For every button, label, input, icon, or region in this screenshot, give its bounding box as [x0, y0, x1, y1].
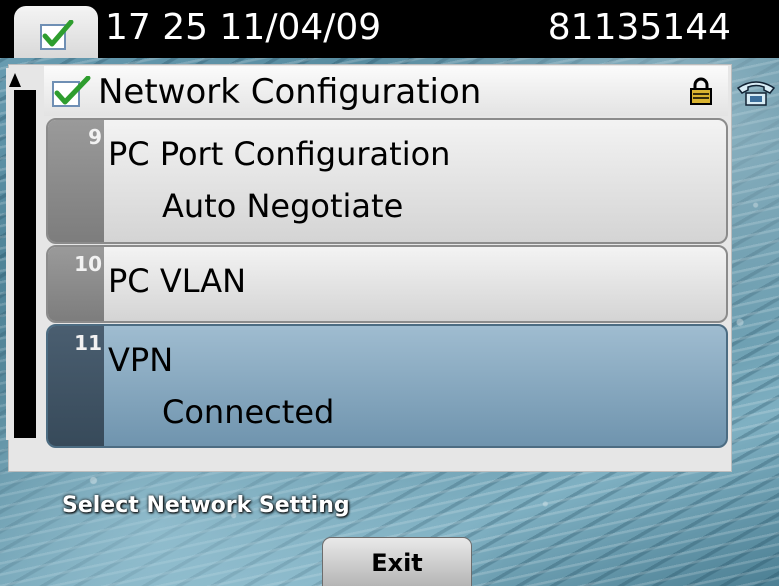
item-number-column: 9: [48, 120, 104, 242]
scrollbar-thumb[interactable]: [14, 90, 36, 438]
status-bar: 17 25 11/04/09 81135144: [0, 0, 779, 58]
prompt-text: Select Network Setting: [62, 493, 350, 518]
status-tab[interactable]: [14, 6, 98, 58]
check-icon: [40, 19, 74, 54]
check-icon: [52, 75, 92, 112]
list-item-pc-port-configuration[interactable]: 9 PC Port Configuration Auto Negotiate: [46, 118, 728, 244]
item-number-column: 10: [48, 247, 104, 321]
item-value: Auto Negotiate: [162, 187, 404, 225]
phone-number: 81135144: [547, 7, 731, 48]
status-time-date: 17 25 11/04/09: [105, 7, 382, 48]
page-title: Network Configuration: [98, 72, 482, 112]
item-number: 11: [74, 331, 102, 355]
lock-icon: [690, 77, 712, 109]
item-label: PC VLAN: [108, 262, 247, 300]
item-label: PC Port Configuration: [108, 135, 451, 173]
item-number: 10: [74, 252, 102, 276]
list-item-vpn[interactable]: 11 VPN Connected: [46, 324, 728, 448]
exit-softkey-button[interactable]: Exit: [322, 537, 472, 586]
phone-icon[interactable]: [736, 78, 776, 112]
item-value: Connected: [162, 393, 335, 431]
list-item-pc-vlan[interactable]: 10 PC VLAN: [46, 245, 728, 323]
list-title-bar: Network Configuration: [44, 66, 728, 116]
item-number-column: 11: [48, 326, 104, 446]
item-number: 9: [88, 125, 102, 149]
scroll-up-arrow-icon[interactable]: [9, 73, 21, 87]
item-label: VPN: [108, 341, 174, 379]
phone-screen: 17 25 11/04/09 81135144 Network Configur…: [0, 0, 779, 586]
